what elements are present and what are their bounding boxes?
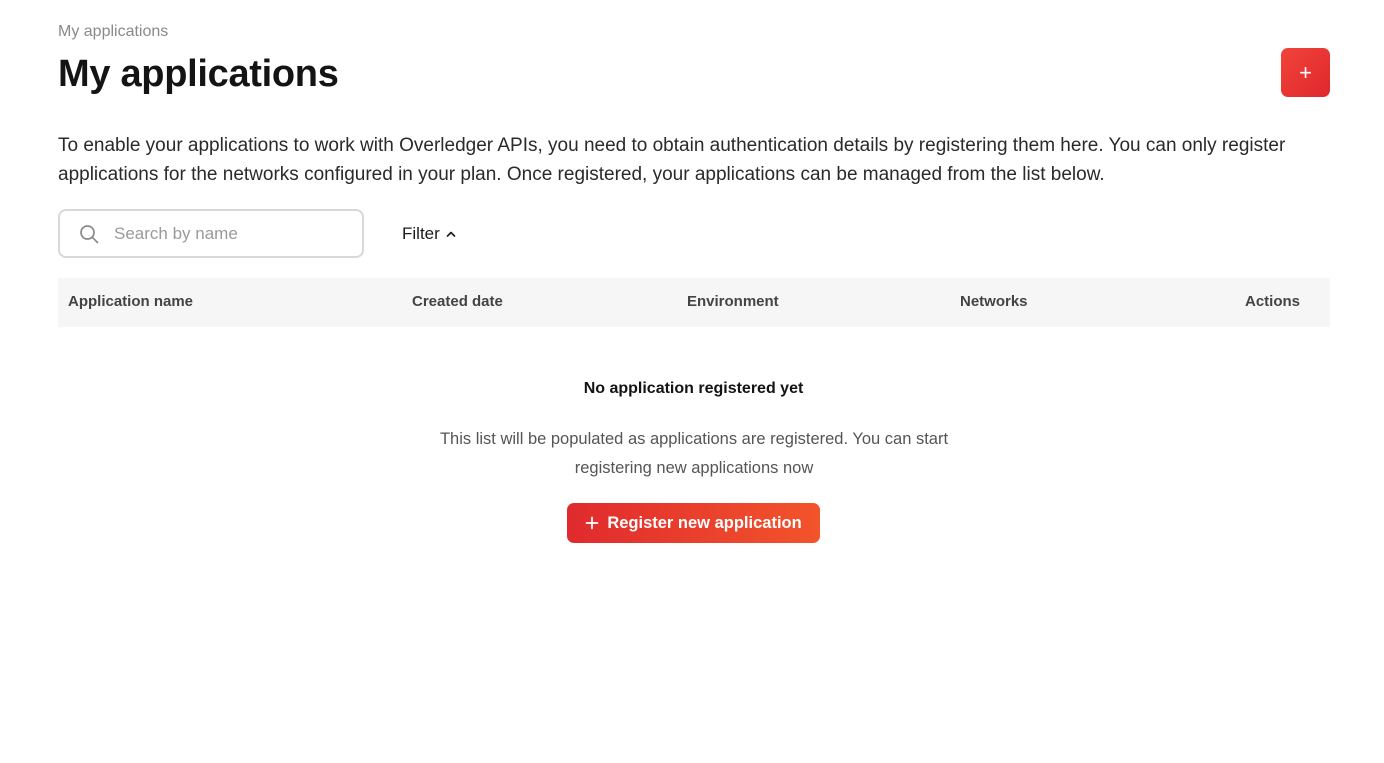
empty-state-title: No application registered yet <box>583 380 804 397</box>
filter-label: Filter <box>402 224 440 243</box>
empty-state-text-line: This list will be populated as applicati… <box>439 430 949 448</box>
column-header-networks[interactable]: Networks <box>960 293 1028 310</box>
search-box[interactable] <box>58 209 364 258</box>
empty-state-text-line: registering new applications now <box>574 459 814 477</box>
breadcrumb[interactable]: My applications <box>58 23 168 41</box>
table-header: Application name Created date Environmen… <box>58 278 1330 327</box>
column-header-application-name[interactable]: Application name <box>68 293 193 310</box>
register-button-label: Register new application <box>607 513 802 532</box>
column-header-actions: Actions <box>1244 293 1300 310</box>
search-input[interactable] <box>114 211 354 256</box>
empty-state-text: This list will be populated as applicati… <box>414 425 974 483</box>
search-icon <box>80 225 99 244</box>
plus-icon <box>585 516 599 530</box>
column-header-environment[interactable]: Environment <box>687 293 779 310</box>
register-new-application-button[interactable]: Register new application <box>567 503 820 543</box>
add-application-button[interactable]: + <box>1281 48 1330 97</box>
my-applications-page: My applications My applications + To ena… <box>0 0 1384 763</box>
page-description: To enable your applications to work with… <box>58 135 1286 185</box>
page-title: My applications <box>58 53 339 95</box>
filter-button[interactable]: Filter <box>402 222 457 246</box>
chevron-up-icon <box>446 231 456 237</box>
column-header-created-date[interactable]: Created date <box>412 293 503 310</box>
